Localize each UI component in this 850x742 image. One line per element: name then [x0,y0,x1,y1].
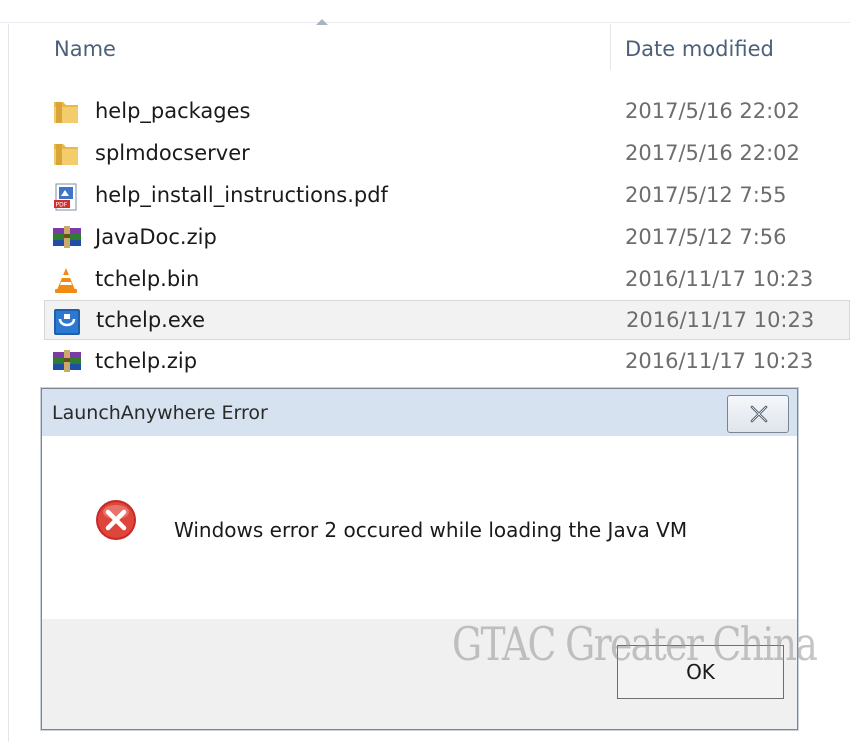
file-date: 2017/5/16 22:02 [625,99,800,123]
file-name: help_install_instructions.pdf [95,183,388,207]
folder-icon [52,99,80,125]
file-row[interactable]: tchelp.bin 2016/11/17 10:23 [40,260,850,300]
name-column-header[interactable]: Name [54,37,116,61]
explorer-top-strip [0,0,850,24]
file-row-selected[interactable]: tchelp.exe 2016/11/17 10:23 [44,300,850,340]
file-date: 2017/5/12 7:56 [625,225,787,249]
file-row[interactable]: help_packages 2017/5/16 22:02 [40,92,850,132]
date-modified-column-header[interactable]: Date modified [625,37,774,61]
vlc-cone-icon [52,267,80,293]
file-row[interactable]: splmdocserver 2017/5/16 22:02 [40,134,850,174]
file-date: 2016/11/17 10:23 [625,267,814,291]
archive-icon [52,225,81,251]
dialog-close-button[interactable] [727,395,789,433]
column-separator[interactable] [610,24,611,70]
error-message: Windows error 2 occured while loading th… [174,518,688,542]
dialog-title-bar[interactable]: LaunchAnywhere Error [42,389,797,436]
archive-icon [52,349,81,375]
svg-text:PDF: PDF [56,202,68,209]
header-divider [0,22,850,23]
dialog-title: LaunchAnywhere Error [52,402,268,424]
file-name: splmdocserver [95,141,250,165]
dialog-body: Windows error 2 occured while loading th… [42,436,797,619]
file-row[interactable]: PDF help_install_instructions.pdf 2017/5… [40,176,850,216]
file-name: help_packages [95,99,251,123]
file-date: 2016/11/17 10:23 [626,308,815,332]
file-name: tchelp.bin [95,267,200,291]
file-date: 2016/11/17 10:23 [625,349,814,373]
file-row[interactable]: JavaDoc.zip 2017/5/12 7:56 [40,218,850,258]
file-name: tchelp.zip [95,349,198,373]
error-icon [94,498,138,542]
watermark-text: GTAC Greater China [452,617,818,671]
close-x-icon [750,405,768,423]
file-name: tchelp.exe [96,308,206,332]
file-name: JavaDoc.zip [95,225,217,249]
installer-app-icon [53,308,81,335]
error-dialog: LaunchAnywhere Error Windows error 2 occ… [41,388,798,730]
folder-icon [52,141,80,167]
file-date: 2017/5/12 7:55 [625,183,787,207]
pdf-icon: PDF [52,183,80,211]
column-header: Name Date modified [40,24,850,80]
pane-left-border [8,24,9,742]
file-date: 2017/5/16 22:02 [625,141,800,165]
file-row[interactable]: tchelp.zip 2016/11/17 10:23 [40,342,850,382]
